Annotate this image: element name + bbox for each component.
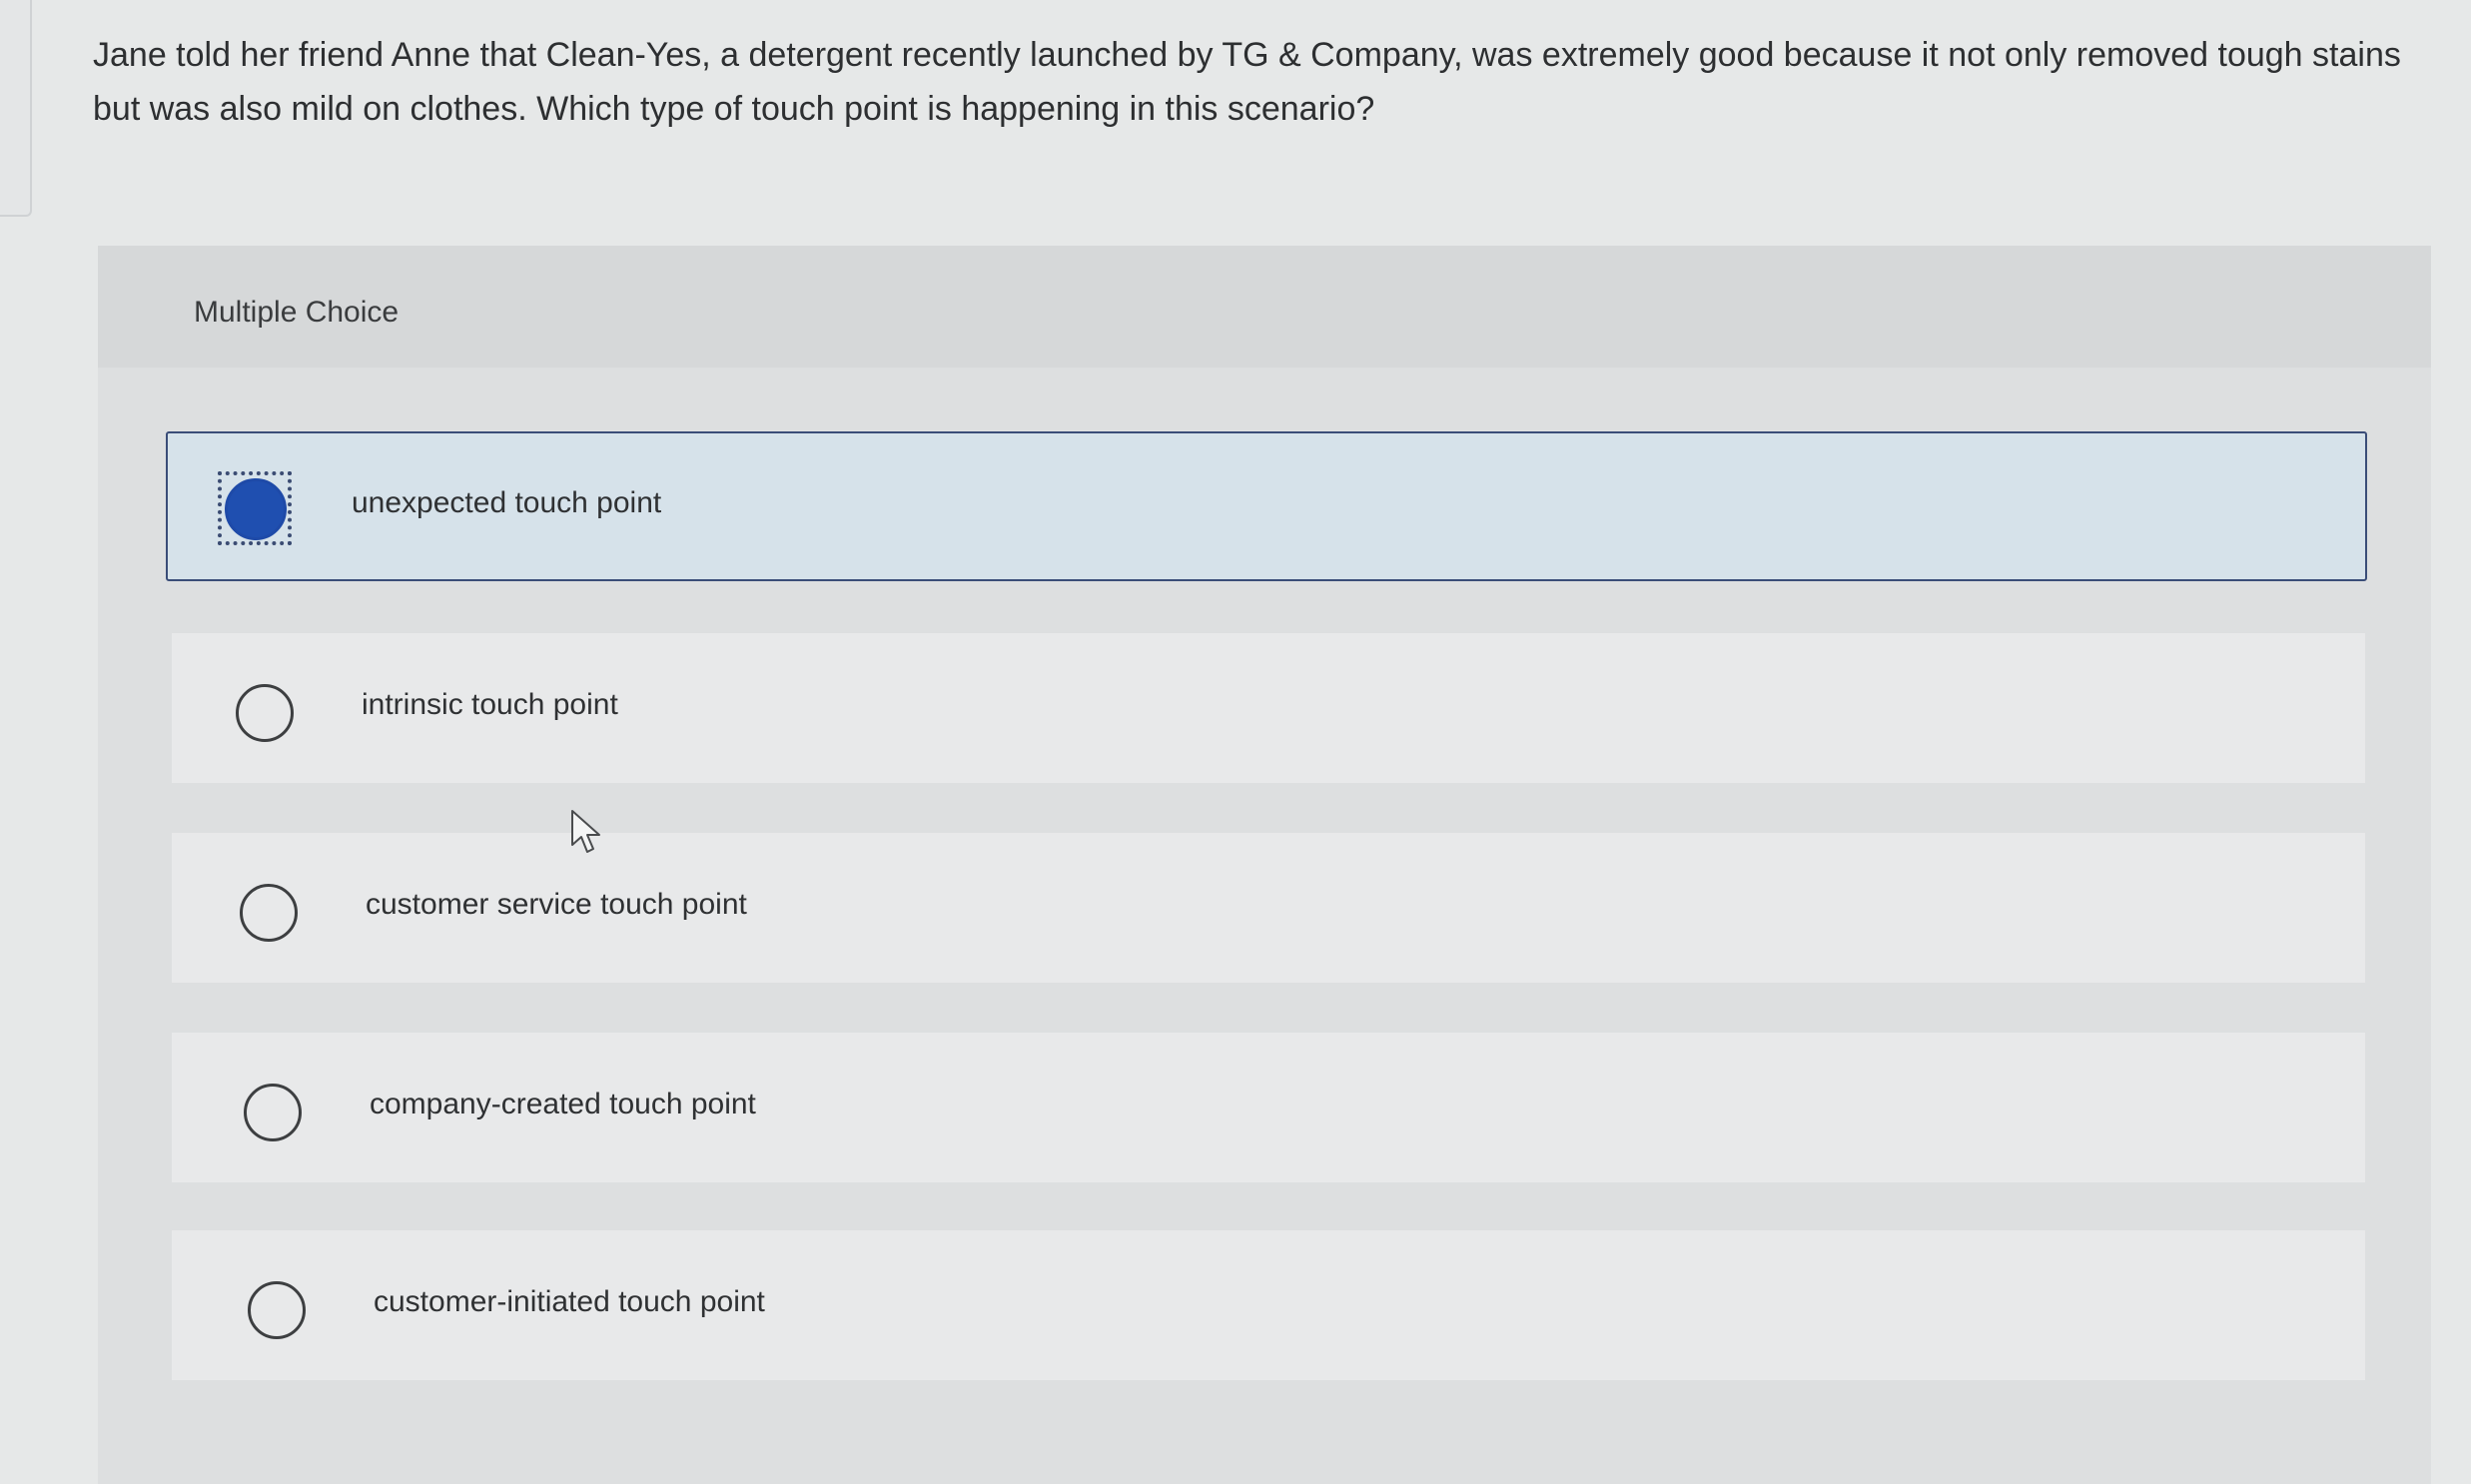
radio-button[interactable] (244, 1084, 302, 1141)
option-company-created-touch-point[interactable]: company-created touch point (172, 1033, 2365, 1182)
radio-button[interactable] (236, 684, 294, 742)
option-label: intrinsic touch point (362, 688, 618, 721)
option-label: customer-initiated touch point (374, 1285, 765, 1318)
question-text: Jane told her friend Anne that Clean-Yes… (93, 36, 2401, 128)
radio-wrapper (228, 675, 298, 745)
option-label: customer service touch point (366, 888, 747, 921)
option-label: company-created touch point (370, 1088, 756, 1120)
option-customer-service-touch-point[interactable]: customer service touch point (172, 833, 2365, 983)
multiple-choice-title: Multiple Choice (194, 296, 400, 329)
option-label: unexpected touch point (352, 486, 662, 519)
radio-wrapper (218, 471, 292, 545)
radio-button[interactable] (248, 1281, 306, 1339)
mouse-pointer-icon (571, 810, 600, 853)
multiple-choice-header: Multiple Choice (98, 246, 2431, 368)
radio-wrapper (232, 875, 302, 945)
option-intrinsic-touch-point[interactable]: intrinsic touch point (172, 633, 2365, 783)
left-panel-edge (0, 0, 32, 217)
multiple-choice-panel: Multiple Choice unexpected touch point i… (98, 246, 2431, 1484)
radio-wrapper (236, 1075, 306, 1144)
radio-button-selected[interactable] (225, 478, 287, 540)
option-unexpected-touch-point[interactable]: unexpected touch point (166, 431, 2367, 581)
option-customer-initiated-touch-point[interactable]: customer-initiated touch point (172, 1230, 2365, 1380)
radio-button[interactable] (240, 884, 298, 942)
radio-wrapper (240, 1272, 310, 1342)
